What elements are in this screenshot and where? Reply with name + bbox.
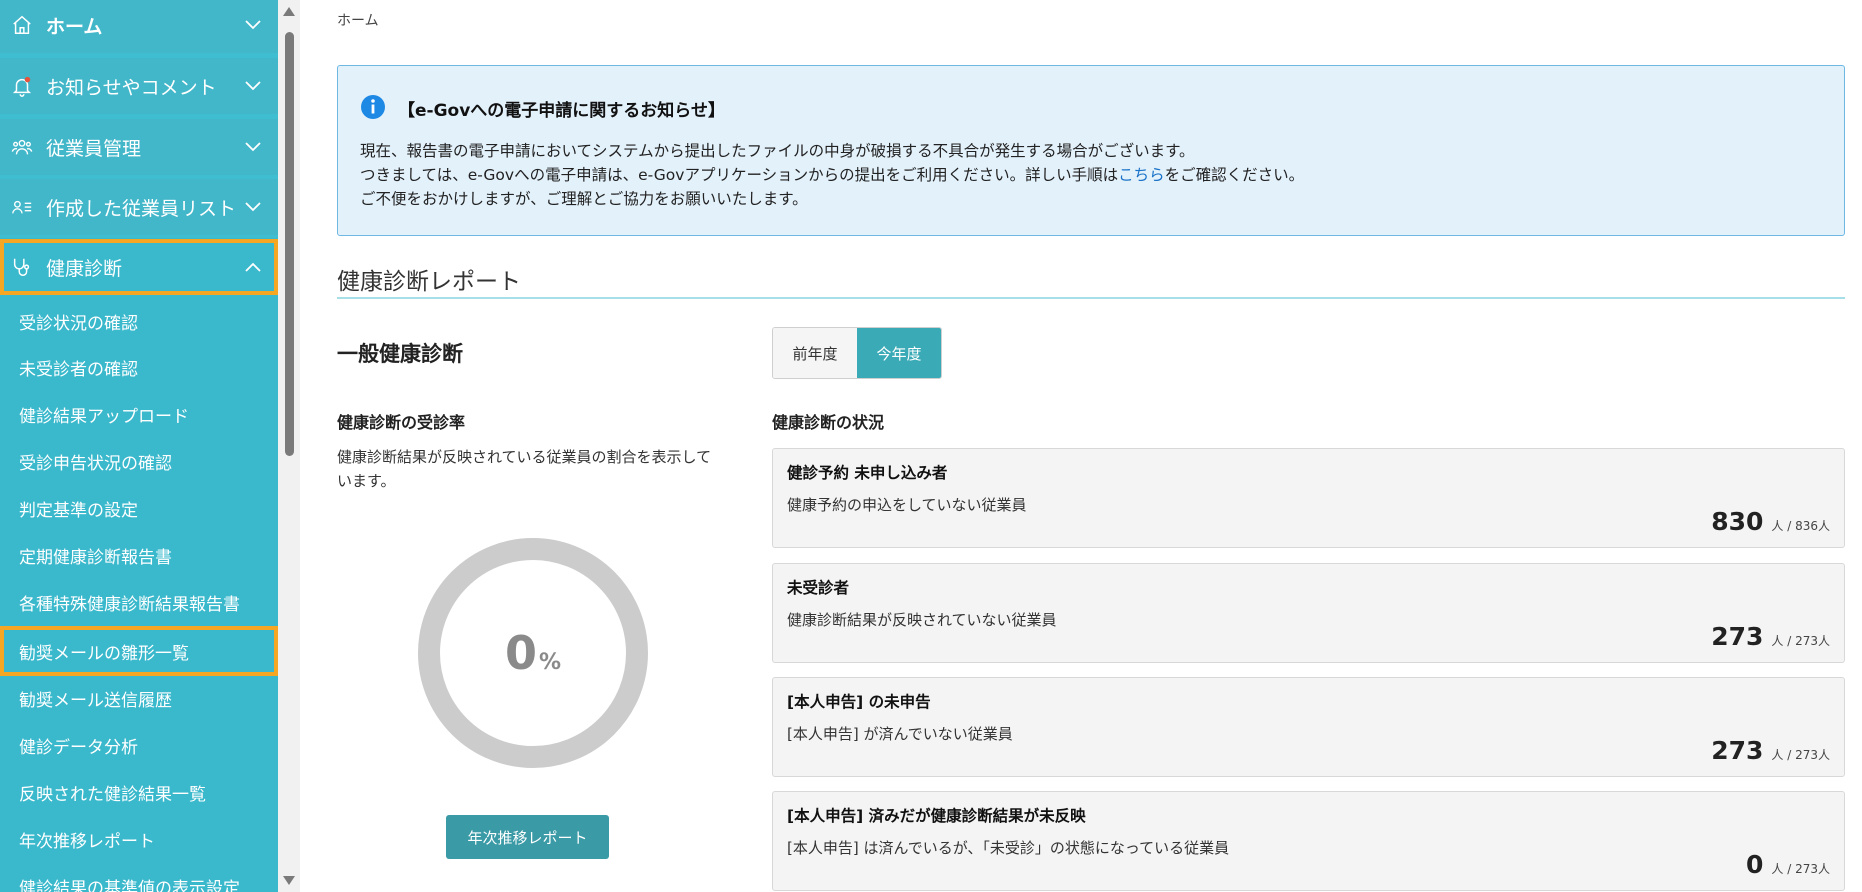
notice-line-2-tail: をご確認ください。 bbox=[1164, 166, 1305, 184]
nav-notifications[interactable]: お知らせやコメント bbox=[0, 58, 278, 114]
bell-icon bbox=[10, 74, 34, 98]
sidebar-sub-item[interactable]: 受診申告状況の確認 bbox=[0, 438, 278, 484]
rate-title: 健康診断の受診率 bbox=[337, 413, 466, 432]
donut-unit: % bbox=[538, 649, 562, 675]
card-value: 830 人 / 836人 bbox=[1711, 507, 1830, 536]
card-value: 273 人 / 273人 bbox=[1711, 736, 1830, 765]
info-icon bbox=[360, 94, 386, 120]
sidebar-sub-item[interactable]: 定期健康診断報告書 bbox=[0, 532, 278, 578]
year-toggle: 前年度 今年度 bbox=[772, 327, 942, 379]
card-unit: 人 / 273人 bbox=[1771, 634, 1830, 648]
notice-line-3: ご不便をおかけしますが、ご理解とご協力をお願いいたします。 bbox=[360, 190, 808, 208]
status-card[interactable]: [本人申告] の未申告 [本人申告] が済んでいない従業員 273 人 / 273… bbox=[772, 677, 1845, 777]
notice-title: 【e-Govへの電子申請に関するお知らせ】 bbox=[398, 101, 725, 121]
scroll-down-arrow-icon[interactable] bbox=[283, 876, 295, 885]
card-value: 0 人 / 273人 bbox=[1746, 850, 1830, 879]
sidebar-sub-item[interactable]: 勧奨メール送信履歴 bbox=[0, 675, 278, 721]
nav-health-checkup-label: 健康診断 bbox=[46, 257, 123, 280]
status-title: 健康診断の状況 bbox=[772, 413, 885, 432]
people-icon bbox=[10, 135, 34, 159]
nav-employee-lists-label: 作成した従業員リスト bbox=[46, 197, 237, 220]
sidebar-sub-item-mail-templates[interactable]: 勧奨メールの雛形一覧 bbox=[0, 626, 278, 676]
tab-previous-year[interactable]: 前年度 bbox=[773, 328, 857, 378]
card-unit: 人 / 273人 bbox=[1771, 748, 1830, 762]
nav-employees[interactable]: 従業員管理 bbox=[0, 119, 278, 175]
notice-line-2-text: つきましては、e-Govへの電子申請は、e-Govアプリケーションからの提出をご… bbox=[360, 166, 1119, 184]
chevron-down-icon bbox=[242, 14, 264, 36]
sidebar-sub-item[interactable]: 年次推移レポート bbox=[0, 816, 278, 862]
sidebar-sub-item[interactable]: 未受診者の確認 bbox=[0, 344, 278, 390]
card-count: 273 bbox=[1711, 736, 1764, 765]
card-unit: 人 / 273人 bbox=[1771, 862, 1830, 876]
donut-number: 0 bbox=[504, 626, 537, 680]
notice-line-1: 現在、報告書の電子申請においてシステムから提出したファイルの中身が破損する不具合… bbox=[360, 142, 1195, 160]
card-count: 273 bbox=[1711, 622, 1764, 651]
status-card[interactable]: 健診予約 未申し込み者 健康予約の申込をしていない従業員 830 人 / 836人 bbox=[772, 448, 1845, 548]
sidebar-scrollbar[interactable] bbox=[278, 0, 300, 892]
nav-home-label: ホーム bbox=[46, 15, 103, 38]
chevron-up-icon bbox=[242, 256, 264, 278]
user-list-icon bbox=[10, 195, 34, 219]
scroll-thumb[interactable] bbox=[285, 32, 294, 456]
tab-current-year[interactable]: 今年度 bbox=[857, 328, 941, 378]
card-count: 830 bbox=[1711, 507, 1764, 536]
sub-title: 一般健康診断 bbox=[337, 342, 463, 366]
card-description: 健康予約の申込をしていない従業員 bbox=[787, 496, 1027, 514]
card-description: [本人申告] が済んでいない従業員 bbox=[787, 725, 1013, 743]
home-icon bbox=[10, 13, 34, 37]
notice-line-2: つきましては、e-Govへの電子申請は、e-Govアプリケーションからの提出をご… bbox=[360, 163, 1304, 185]
card-title: 未受診者 bbox=[787, 579, 850, 597]
card-description: 健康診断結果が反映されていない従業員 bbox=[787, 611, 1057, 629]
nav-health-checkup[interactable]: 健康診断 bbox=[0, 239, 278, 295]
rate-description: 健康診断結果が反映されている従業員の割合を表示しています。 bbox=[337, 448, 712, 490]
section-title: 健康診断レポート bbox=[337, 269, 521, 295]
card-title: [本人申告] 済みだが健康診断結果が未反映 bbox=[787, 807, 1086, 825]
card-description: [本人申告] は済んでいるが、「未受診」の状態になっている従業員 bbox=[787, 839, 1230, 857]
status-card[interactable]: 未受診者 健康診断結果が反映されていない従業員 273 人 / 273人 bbox=[772, 563, 1845, 663]
sidebar-sub-item[interactable]: 反映された健診結果一覧 bbox=[0, 769, 278, 815]
chevron-down-icon bbox=[242, 136, 264, 158]
nav-employee-lists[interactable]: 作成した従業員リスト bbox=[0, 179, 278, 235]
nav-home[interactable]: ホーム bbox=[0, 0, 278, 53]
card-unit: 人 / 836人 bbox=[1771, 519, 1830, 533]
chevron-down-icon bbox=[242, 75, 264, 97]
stethoscope-icon bbox=[10, 255, 34, 279]
card-count: 0 bbox=[1746, 850, 1764, 879]
card-title: [本人申告] の未申告 bbox=[787, 693, 931, 711]
notice-link[interactable]: こちら bbox=[1118, 166, 1165, 184]
notice-box: 【e-Govへの電子申請に関するお知らせ】 現在、報告書の電子申請においてシステ… bbox=[337, 65, 1845, 236]
section-divider bbox=[337, 297, 1845, 299]
sidebar-sub-item[interactable]: 健診結果アップロード bbox=[0, 391, 278, 437]
trend-report-button[interactable]: 年次推移レポート bbox=[446, 815, 609, 859]
chevron-down-icon bbox=[242, 196, 264, 218]
donut-value: 0% bbox=[413, 533, 653, 773]
sidebar-sub-item[interactable]: 受診状況の確認 bbox=[0, 298, 278, 344]
card-title: 健診予約 未申し込み者 bbox=[787, 464, 948, 482]
card-value: 273 人 / 273人 bbox=[1711, 622, 1830, 651]
sidebar-sub-item[interactable]: 各種特殊健康診断結果報告書 bbox=[0, 579, 278, 625]
nav-employees-label: 従業員管理 bbox=[46, 137, 142, 160]
status-card[interactable]: [本人申告] 済みだが健康診断結果が未反映 [本人申告] は済んでいるが、「未受… bbox=[772, 791, 1845, 891]
sidebar: ホーム お知らせやコメント 従業員管理 作成した従業員リスト 健康診断 受診状況… bbox=[0, 0, 278, 892]
nav-notifications-label: お知らせやコメント bbox=[46, 76, 217, 99]
sidebar-sub-item[interactable]: 判定基準の設定 bbox=[0, 485, 278, 531]
scroll-up-arrow-icon[interactable] bbox=[283, 7, 295, 16]
breadcrumb[interactable]: ホーム bbox=[337, 10, 379, 30]
sidebar-sub-item[interactable]: 健診結果の基準値の表示設定 bbox=[0, 863, 278, 892]
sidebar-sub-item[interactable]: 健診データ分析 bbox=[0, 722, 278, 768]
